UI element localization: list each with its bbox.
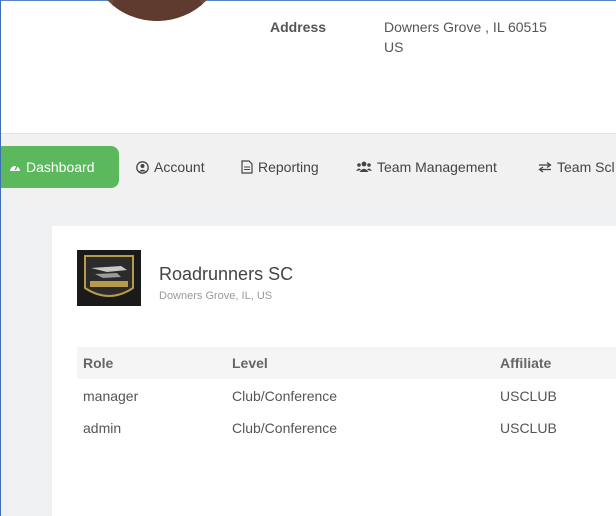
club-logo — [77, 250, 141, 306]
user-circle-icon — [136, 160, 149, 174]
table-cell-role: manager — [83, 388, 139, 404]
exchange-icon — [538, 161, 552, 173]
column-header-role: Role — [83, 355, 114, 371]
table-cell-level: Club/Conference — [232, 388, 338, 404]
main-nav: Dashboard Account Reporting Team Managem… — [1, 133, 616, 201]
club-name: Roadrunners SC — [159, 264, 294, 284]
table-cell-affiliate: USCLUB — [500, 388, 557, 404]
club-location: Downers Grove, IL, US — [159, 290, 273, 302]
document-icon — [241, 160, 253, 174]
dashboard-icon — [9, 161, 21, 173]
table-cell-role: admin — [83, 420, 122, 436]
tab-reporting-label: Reporting — [258, 159, 319, 175]
address-line-1: Downers Grove , IL 60515 — [384, 19, 547, 35]
tab-dashboard-label: Dashboard — [26, 159, 95, 175]
address-line-2: US — [384, 39, 404, 55]
tab-team-schedule[interactable]: Team Scl — [538, 146, 615, 188]
table-cell-level: Club/Conference — [232, 420, 338, 436]
tab-team-management-label: Team Management — [377, 159, 497, 175]
tab-dashboard[interactable]: Dashboard — [1, 146, 119, 188]
address-label: Address — [270, 19, 327, 35]
profile-section: Address Downers Grove , IL 60515 US — [1, 0, 616, 133]
tab-team-management[interactable]: Team Management — [356, 146, 497, 188]
tab-account-label: Account — [154, 159, 205, 175]
tab-team-schedule-label: Team Scl — [557, 159, 615, 175]
table-cell-affiliate: USCLUB — [500, 420, 557, 436]
column-header-level: Level — [232, 355, 268, 371]
avatar — [87, 0, 227, 21]
tab-account[interactable]: Account — [136, 146, 205, 188]
column-header-affiliate: Affiliate — [500, 355, 552, 371]
users-icon — [356, 161, 372, 173]
tab-reporting[interactable]: Reporting — [241, 146, 319, 188]
